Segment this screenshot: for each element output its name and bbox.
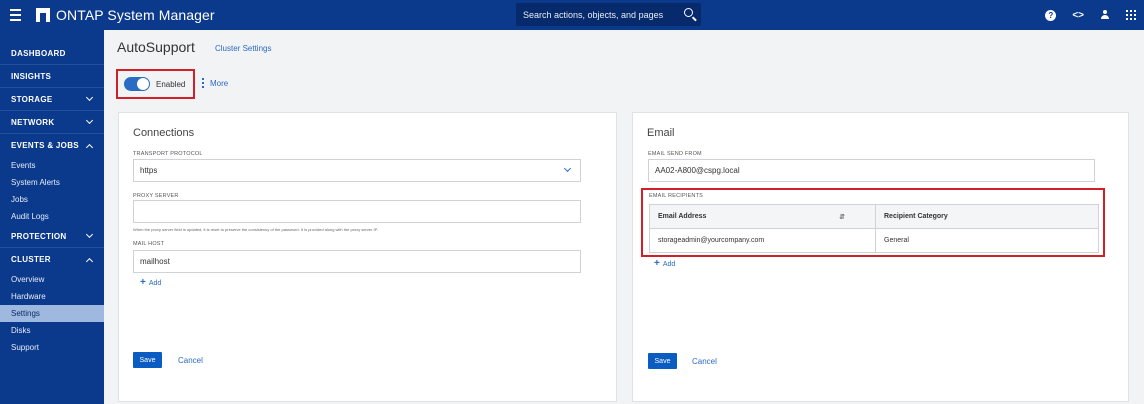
search-icon[interactable] [684,8,693,17]
search-input[interactable]: Search actions, objects, and pages [516,3,701,26]
transport-protocol-select[interactable]: https [133,159,581,182]
sidebar-item-cluster[interactable]: CLUSTER [0,248,104,271]
sidebar-subitem-support[interactable]: Support [0,339,104,356]
sidebar-subitem-audit-logs[interactable]: Audit Logs [0,208,104,225]
chevron-up-icon [85,257,94,265]
email-send-from-value: AA02-A800@cspg.local [655,166,740,175]
chevron-down-icon [85,93,94,102]
recipient-email-cell: storageadmin@yourcompany.com [658,237,765,244]
email-save-button[interactable]: Save [648,353,677,369]
email-title: Email [647,127,675,139]
sidebar-item-dashboard[interactable]: DASHBOARD [0,30,104,65]
connections-card: Connections TRANSPORT PROTOCOL https PRO… [118,112,617,402]
kebab-icon [202,78,204,88]
top-bar: ONTAP System Manager Search actions, obj… [0,0,1144,30]
sidebar-subitem-settings[interactable]: Settings [0,305,104,322]
brand[interactable]: ONTAP System Manager [36,7,215,23]
add-label: Add [148,279,162,287]
more-label: More [210,78,229,88]
email-send-from-label: EMAIL SEND FROM [648,151,702,157]
apps-grid-icon[interactable] [1126,10,1136,20]
sidebar-item-label: STORAGE [11,94,53,104]
email-recipients-highlight: EMAIL RECIPIENTS Email Address ⇵ Recipien… [641,188,1105,257]
sidebar-item-label: NETWORK [11,117,55,127]
sidebar-subitem-jobs[interactable]: Jobs [0,191,104,208]
email-recipients-label: EMAIL RECIPIENTS [649,193,704,199]
autosupport-toggle[interactable] [124,77,150,91]
column-recipient-category[interactable]: Recipient Category [875,204,1099,229]
add-recipient-button[interactable]: + Add [654,259,675,269]
plus-icon: + [140,277,146,288]
toggle-label: Enabled [156,79,186,89]
proxy-server-input[interactable] [133,200,581,223]
email-send-from-input[interactable]: AA02-A800@cspg.local [648,159,1095,182]
sidebar-item-protection[interactable]: PROTECTION [0,225,104,248]
column-email-address[interactable]: Email Address ⇵ [649,204,876,229]
page-title: AutoSupport [117,39,195,55]
code-icon[interactable]: <> [1072,10,1084,21]
chevron-up-icon [85,143,94,151]
chevron-down-icon [85,116,94,125]
sidebar-subitem-events[interactable]: Events [0,157,104,174]
sidebar-subitem-overview[interactable]: Overview [0,271,104,288]
more-button[interactable]: More [202,78,228,88]
sidebar-item-storage[interactable]: STORAGE [0,88,104,111]
mail-host-input[interactable]: mailhost [133,250,581,273]
proxy-server-hint: When the proxy server field is updated, … [133,227,378,232]
email-recipients-table: Email Address ⇵ Recipient Category storag… [649,204,1099,253]
top-icons: ? <> [1045,0,1136,30]
sidebar-subitem-hardware[interactable]: Hardware [0,288,104,305]
main-content: AutoSupport Cluster Settings Enabled Mor… [104,30,1144,404]
sidebar-item-label: INSIGHTS [11,71,52,81]
email-cancel-button[interactable]: Cancel [692,357,717,366]
sidebar-item-label: DASHBOARD [11,48,66,58]
menu-icon[interactable] [4,0,26,30]
plus-icon: + [654,258,660,269]
connections-save-button[interactable]: Save [133,352,162,368]
connections-title: Connections [133,127,195,139]
connections-cancel-button[interactable]: Cancel [178,356,203,365]
chevron-down-icon [563,164,572,173]
sidebar-subitem-system-alerts[interactable]: System Alerts [0,174,104,191]
app-title: ONTAP System Manager [56,7,215,23]
user-icon[interactable] [1100,10,1110,20]
table-header-row: Email Address ⇵ Recipient Category [649,204,1099,229]
sidebar: DASHBOARD INSIGHTS STORAGE NETWORK EVENT… [0,30,104,404]
sidebar-item-network[interactable]: NETWORK [0,111,104,134]
mail-host-value: mailhost [140,257,170,266]
chevron-down-icon [85,230,94,239]
transport-protocol-label: TRANSPORT PROTOCOL [133,151,203,157]
breadcrumb-cluster-settings[interactable]: Cluster Settings [215,44,271,53]
search-placeholder: Search actions, objects, and pages [523,9,664,20]
column-label: Email Address [658,212,707,220]
sidebar-item-label: CLUSTER [11,255,51,264]
sidebar-item-label: EVENTS & JOBS [11,141,79,150]
sidebar-item-label: PROTECTION [11,231,67,241]
mail-host-label: MAIL HOST [133,241,165,247]
netapp-logo-icon [36,8,50,22]
autosupport-toggle-highlight: Enabled [116,69,195,99]
recipient-category-cell: General [875,228,1099,253]
sidebar-item-events-jobs[interactable]: EVENTS & JOBS [0,134,104,157]
help-icon[interactable]: ? [1045,9,1057,21]
proxy-server-label: PROXY SERVER [133,193,179,199]
sidebar-item-insights[interactable]: INSIGHTS [0,65,104,88]
add-mail-host-button[interactable]: + Add [140,278,161,288]
sidebar-subitem-disks[interactable]: Disks [0,322,104,339]
transport-protocol-value: https [140,166,158,175]
table-row[interactable]: storageadmin@yourcompany.com General [650,228,1099,253]
sort-icon[interactable]: ⇵ [839,213,845,221]
email-card: Email EMAIL SEND FROM AA02-A800@cspg.loc… [632,112,1129,402]
add-label: Add [662,260,676,268]
